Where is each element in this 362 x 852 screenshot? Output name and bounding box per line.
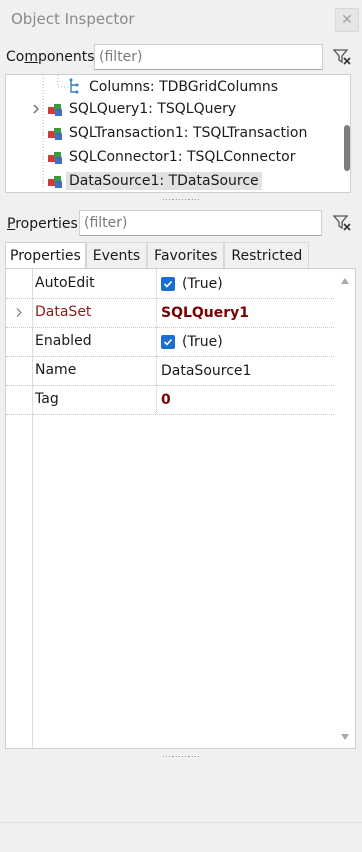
tree-item-label: SQLTransaction1: TSQLTransaction (69, 125, 308, 141)
property-name: AutoEdit (35, 275, 95, 291)
splitter-handle[interactable] (162, 199, 200, 202)
tree-item-sqltransaction1[interactable]: SQLTransaction1: TSQLTransaction (47, 121, 310, 145)
tab-bar: Properties Events Favorites Restricted (5, 242, 310, 268)
property-row-autoedit[interactable]: AutoEdit (True) (6, 269, 334, 299)
close-button[interactable]: ✕ (335, 8, 359, 32)
tab-restricted[interactable]: Restricted (224, 242, 310, 268)
tree-item-sqlconnector1[interactable]: SQLConnector1: TSQLConnector (47, 145, 298, 169)
tab-properties[interactable]: Properties (5, 242, 86, 268)
tab-favorites[interactable]: Favorites (147, 242, 225, 268)
properties-label: Properties (7, 216, 78, 232)
scroll-down-arrow-icon[interactable] (339, 731, 351, 743)
properties-filter-box[interactable] (79, 210, 322, 236)
tree-item-sqlquery1[interactable]: SQLQuery1: TSQLQuery (31, 97, 239, 121)
component-icon (48, 128, 62, 140)
status-bar (0, 822, 362, 852)
components-filter-box[interactable] (94, 44, 323, 70)
components-label: Components (6, 49, 95, 65)
property-value[interactable]: (True) (161, 327, 223, 356)
property-name: Tag (35, 391, 59, 407)
tab-events[interactable]: Events (85, 242, 148, 268)
property-name: Enabled (35, 333, 92, 349)
properties-filter-input[interactable] (80, 211, 321, 235)
property-row-tag[interactable]: Tag 0 (6, 385, 334, 415)
components-filter-clear-button[interactable] (329, 44, 355, 70)
tree-item-columns[interactable]: Columns: TDBGridColumns (68, 75, 281, 99)
close-icon: ✕ (341, 12, 353, 28)
property-row-dataset[interactable]: DataSet SQLQuery1 (6, 298, 334, 328)
component-icon (48, 104, 62, 116)
chevron-right-icon[interactable] (15, 307, 23, 318)
tree-item-label: DataSource1: TDataSource (66, 172, 262, 190)
property-name: Name (35, 362, 77, 378)
tree-item-label: SQLConnector1: TSQLConnector (69, 149, 296, 165)
components-filter-input[interactable] (95, 45, 322, 69)
checkbox-checked-icon[interactable] (161, 276, 175, 291)
property-value[interactable]: SQLQuery1 (161, 298, 249, 327)
property-value[interactable]: 0 (161, 385, 171, 414)
checkbox-checked-icon[interactable] (161, 334, 175, 349)
filter-clear-icon (332, 49, 351, 65)
components-tree[interactable]: Columns: TDBGridColumns SQLQuery1: TSQLQ… (5, 74, 351, 193)
collection-icon (69, 78, 79, 94)
property-value[interactable]: DataSource1 (161, 356, 251, 385)
window-title: Object Inspector (11, 10, 135, 28)
filter-clear-icon (332, 215, 351, 231)
scroll-up-arrow-icon[interactable] (339, 275, 351, 287)
property-name: DataSet (35, 304, 92, 320)
tree-scrollbar-thumb[interactable] (344, 125, 350, 171)
component-icon (48, 176, 62, 188)
splitter-handle-bottom[interactable] (162, 756, 200, 759)
property-row-enabled[interactable]: Enabled (True) (6, 327, 334, 357)
property-grid[interactable]: AutoEdit (True) DataSet SQLQuery1 Enable… (5, 268, 356, 749)
tree-item-label: SQLQuery1: TSQLQuery (69, 101, 237, 117)
tree-item-label: Columns: TDBGridColumns (89, 79, 279, 95)
component-icon (48, 152, 62, 164)
properties-filter-clear-button[interactable] (329, 210, 355, 236)
tree-item-datasource1[interactable]: DataSource1: TDataSource (47, 169, 262, 192)
property-row-name[interactable]: Name DataSource1 (6, 356, 334, 386)
property-value[interactable]: (True) (161, 269, 223, 298)
chevron-right-icon[interactable] (31, 103, 41, 115)
